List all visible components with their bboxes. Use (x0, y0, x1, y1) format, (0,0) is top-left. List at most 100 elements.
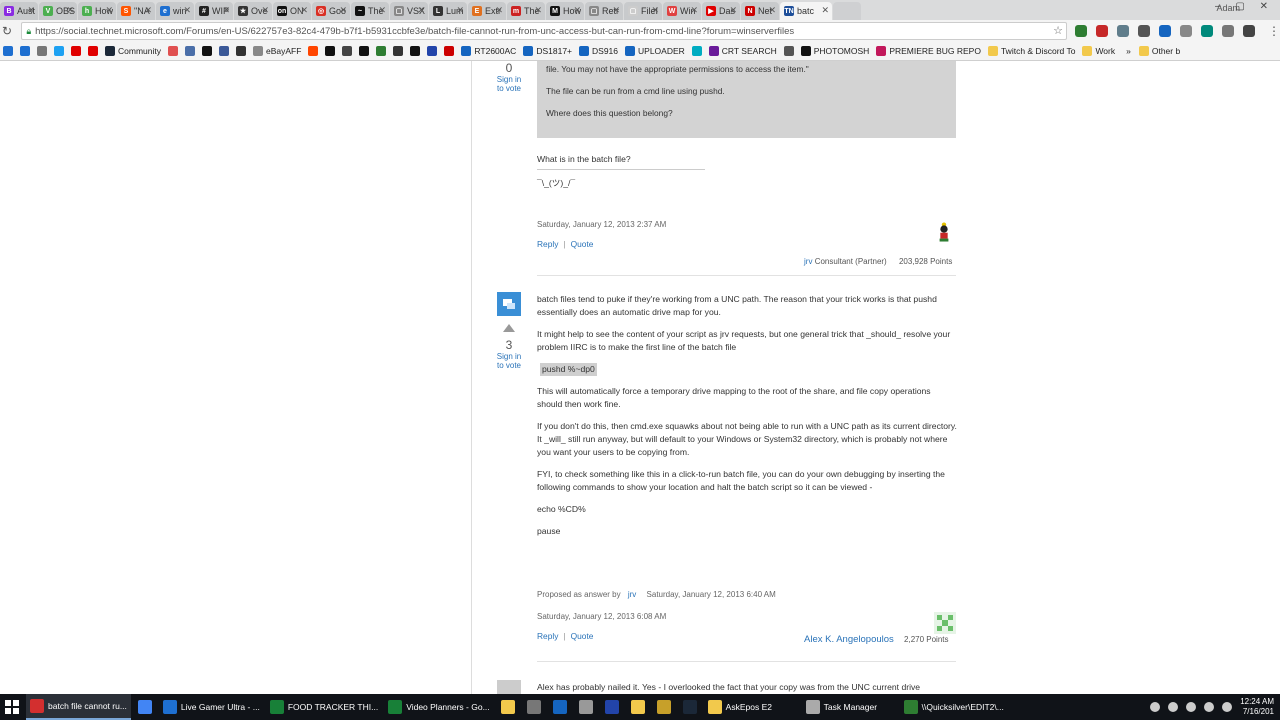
taskbar-item[interactable] (626, 694, 650, 720)
browser-tab[interactable]: V OBS ✕ (39, 2, 77, 20)
taskbar-item[interactable]: batch file cannot ru... (26, 694, 131, 720)
extension-icon[interactable] (1138, 25, 1150, 37)
browser-tab[interactable]: h How ✕ (78, 2, 116, 20)
extension-icon[interactable] (1075, 25, 1087, 37)
tab-close-icon[interactable]: ✕ (612, 5, 620, 16)
bookmark-item[interactable]: UPLOADER (625, 46, 685, 56)
bookmark-item[interactable] (235, 46, 246, 56)
proposed-by-link[interactable]: jrv (628, 590, 636, 599)
bookmark-item[interactable] (342, 46, 353, 56)
other-bookmarks[interactable]: Other b (1138, 46, 1180, 56)
reply-link[interactable]: Reply (537, 239, 558, 249)
browser-tab[interactable]: M How ✕ (546, 2, 584, 20)
bookmark-item[interactable] (691, 46, 702, 56)
new-tab-button[interactable] (833, 2, 861, 20)
bookmark-item[interactable] (54, 46, 64, 56)
taskbar-item[interactable]: \\Quicksilver\EDIT2\... (900, 694, 1008, 720)
tab-close-icon[interactable]: ✕ (690, 5, 698, 16)
bookmark-item[interactable] (71, 46, 81, 56)
bookmark-item[interactable]: RT2600AC (461, 46, 516, 56)
bookmark-item[interactable] (184, 46, 195, 56)
tray-icon[interactable] (1222, 702, 1233, 712)
bookmark-item[interactable] (308, 46, 319, 56)
bookmark-item[interactable]: CRT SEARCH (708, 46, 777, 56)
extension-icon[interactable] (1180, 25, 1192, 37)
bookmark-item[interactable] (218, 46, 229, 56)
tab-close-icon[interactable]: ✕ (222, 5, 230, 16)
tab-close-icon[interactable]: ✕ (300, 5, 308, 16)
tab-close-icon[interactable]: ✕ (495, 5, 503, 16)
tab-close-icon[interactable]: ✕ (261, 5, 269, 16)
quote-link[interactable]: Quote (571, 631, 594, 641)
tab-close-icon[interactable]: ✕ (27, 5, 35, 16)
bookmark-item[interactable] (325, 46, 336, 56)
bookmark-item[interactable]: DS916 (579, 46, 618, 56)
reply-link[interactable]: Reply (537, 631, 558, 641)
tab-close-icon[interactable]: ✕ (105, 5, 113, 16)
bookmark-item[interactable] (20, 46, 30, 56)
tab-close-icon[interactable]: ✕ (456, 5, 464, 16)
reload-icon[interactable]: ↻ (2, 24, 17, 38)
taskbar-item[interactable] (600, 694, 624, 720)
browser-tab[interactable]: B Aust ✕ (0, 2, 38, 20)
taskbar-item[interactable] (496, 694, 520, 720)
tab-close-icon[interactable]: ✕ (768, 5, 776, 16)
browser-tab[interactable]: ★ Ove ✕ (234, 2, 272, 20)
tab-close-icon[interactable]: ✕ (573, 5, 581, 16)
bookmark-item[interactable] (410, 46, 421, 56)
bookmark-item[interactable]: eBayAFF (252, 46, 301, 56)
browser-tab[interactable]: N Net ✕ (741, 2, 779, 20)
taskbar-item[interactable]: AskEpos E2 (704, 694, 800, 720)
browser-tab[interactable]: ◎ Goo ✕ (312, 2, 350, 20)
bookmark-item[interactable] (167, 46, 178, 56)
extension-icon[interactable] (1159, 25, 1171, 37)
tab-close-icon[interactable]: ✕ (66, 5, 74, 16)
taskbar-item[interactable] (574, 694, 598, 720)
tab-close-icon[interactable]: ✕ (183, 5, 191, 16)
browser-tab[interactable]: ▢ Retr ✕ (585, 2, 623, 20)
taskbar-item[interactable]: Task Manager (802, 694, 898, 720)
address-bar[interactable]: 🔒︎ https://social.technet.microsoft.com/… (21, 22, 1067, 40)
bookmarks-overflow-icon[interactable]: » (1126, 46, 1131, 56)
bookmark-item[interactable]: PHOTOMOSH (800, 46, 869, 56)
extension-icon[interactable] (1222, 25, 1234, 37)
browser-tab[interactable]: S "NA ✕ (117, 2, 155, 20)
bookmark-item[interactable]: Work (1082, 46, 1115, 56)
tab-close-icon[interactable]: ✕ (821, 5, 829, 16)
tab-close-icon[interactable]: ✕ (378, 5, 386, 16)
browser-tab[interactable]: ▶ Das ✕ (702, 2, 740, 20)
extension-icon[interactable] (1096, 25, 1108, 37)
author-name[interactable]: jrv (804, 257, 812, 266)
author-avatar[interactable] (933, 221, 955, 243)
bookmark-item[interactable]: Twitch & Discord To (987, 46, 1075, 56)
browser-tab[interactable]: E Extr ✕ (468, 2, 506, 20)
taskbar-item[interactable] (548, 694, 572, 720)
start-button[interactable] (0, 694, 24, 720)
sign-in-to-vote-link[interactable]: Sign in to vote (496, 352, 522, 370)
tab-close-icon[interactable]: ✕ (144, 5, 152, 16)
bookmark-item[interactable] (88, 46, 98, 56)
author-name[interactable]: Alex K. Angelopoulos (804, 634, 894, 645)
browser-tab[interactable]: e win ✕ (156, 2, 194, 20)
taskbar-item[interactable] (678, 694, 702, 720)
taskbar-item[interactable] (652, 694, 676, 720)
taskbar-item[interactable]: FOOD TRACKER THI... (266, 694, 382, 720)
tab-close-icon[interactable]: ✕ (729, 5, 737, 16)
tray-icon[interactable] (1150, 702, 1161, 712)
browser-tab[interactable]: L Lum ✕ (429, 2, 467, 20)
bookmark-item[interactable] (444, 46, 455, 56)
bookmark-item[interactable] (376, 46, 387, 56)
bookmark-item[interactable] (427, 46, 438, 56)
taskbar-item[interactable] (133, 694, 157, 720)
browser-tab[interactable]: ▢ FileI ✕ (624, 2, 662, 20)
extension-icon[interactable] (1201, 25, 1213, 37)
browser-tab[interactable]: ▢ VSX ✕ (390, 2, 428, 20)
tray-icon[interactable] (1186, 702, 1197, 712)
upvote-arrow-icon[interactable] (503, 324, 515, 332)
bookmark-item[interactable]: PREMIERE BUG REPO (876, 46, 981, 56)
extension-icon[interactable] (1243, 25, 1255, 37)
tab-close-icon[interactable]: ✕ (651, 5, 659, 16)
tray-icon[interactable] (1204, 702, 1215, 712)
bookmark-item[interactable] (393, 46, 404, 56)
browser-tab[interactable]: W Win ✕ (663, 2, 701, 20)
